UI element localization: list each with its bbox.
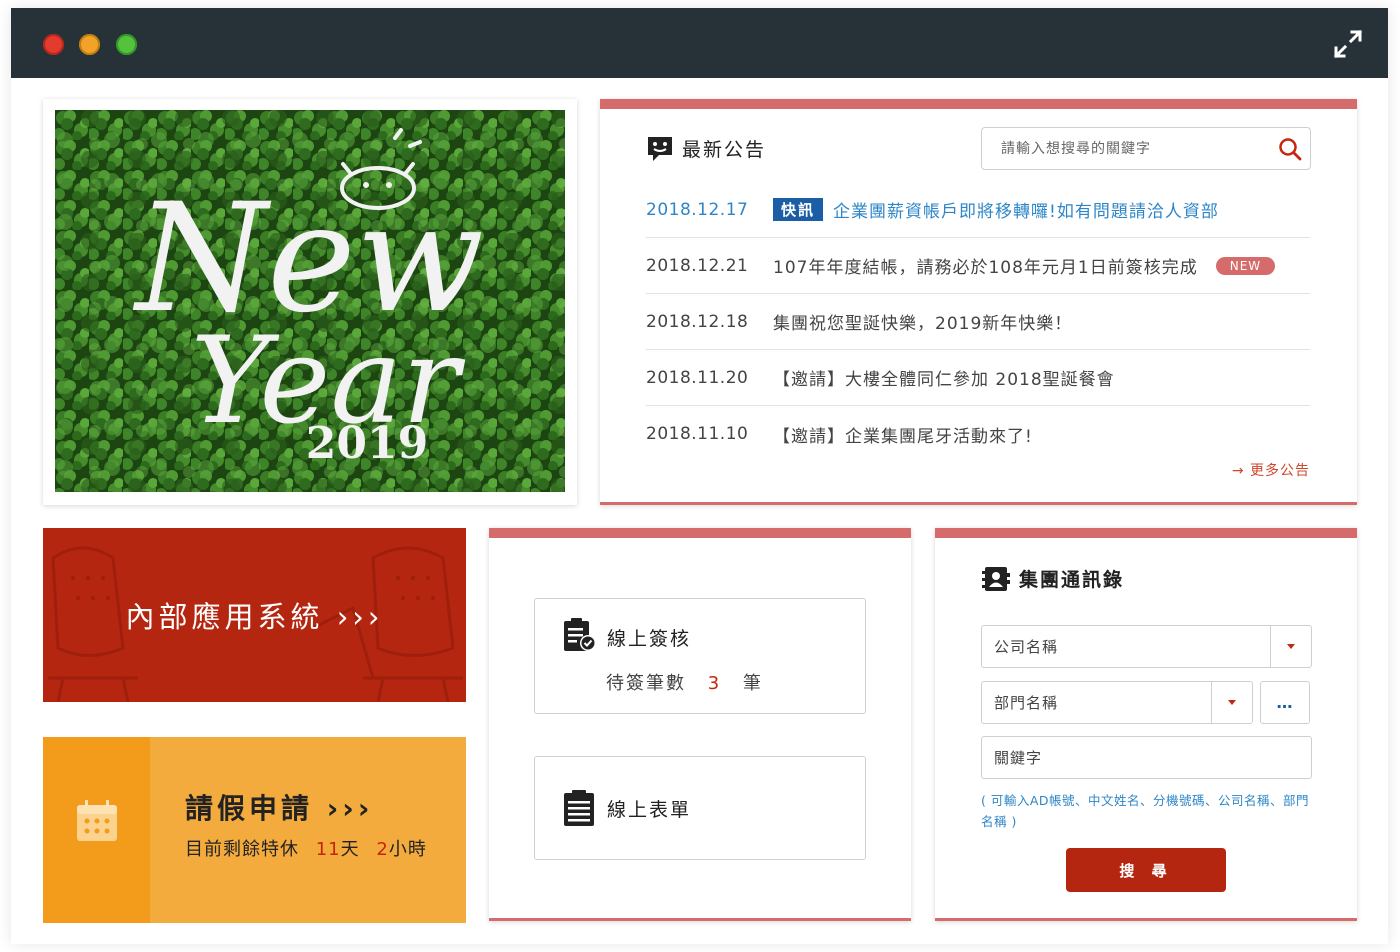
hours-unit: 小時	[388, 839, 427, 860]
pending-count-value: 3	[707, 673, 722, 694]
department-select-value: 部門名稱	[994, 694, 1059, 712]
remaining-days-value: 11	[315, 839, 341, 860]
announcement-list: 2018.12.17 快訊 企業團薪資帳戶即將移轉囉!如有問題請洽人資部 201…	[646, 182, 1310, 462]
card-accent-bar	[935, 528, 1357, 538]
remaining-hours-value: 2	[376, 839, 389, 860]
directory-search-button[interactable]: 搜 尋	[1066, 848, 1226, 892]
remaining-label: 目前剩餘特休	[185, 839, 299, 860]
chevron-down-icon[interactable]	[1211, 682, 1252, 723]
announcement-text[interactable]: 107年年度結帳，請務必於108年元月1日前簽核完成	[773, 253, 1198, 278]
leave-icon-box	[43, 737, 150, 923]
company-select[interactable]: 公司名稱	[981, 625, 1312, 668]
announcement-row[interactable]: 2018.12.17 快訊 企業團薪資帳戶即將移轉囉!如有問題請洽人資部	[646, 182, 1310, 238]
announcement-row[interactable]: 2018.12.21 107年年度結帳，請務必於108年元月1日前簽核完成 NE…	[646, 238, 1310, 294]
announcement-date: 2018.11.20	[646, 367, 749, 388]
group-directory-card: 集團通訊錄 公司名稱 部門名稱 … 關鍵字 ( 可輸入AD帳號、中文姓名、分機號…	[935, 528, 1357, 921]
leave-application-tile[interactable]: 請假申請 ››› 目前剩餘特休 11天 2小時	[43, 737, 466, 923]
more-options-button[interactable]: …	[1260, 681, 1310, 724]
address-book-icon	[982, 566, 1010, 591]
search-hint-text: ( 可輸入AD帳號、中文姓名、分機號碼、公司名稱、部門名稱 )	[981, 793, 1310, 829]
online-signoff-title[interactable]: 線上簽核	[607, 624, 691, 651]
new-year-banner-image: New Year 2019	[55, 110, 565, 492]
directory-title: 集團通訊錄	[1019, 569, 1125, 591]
banner-year: 2019	[306, 418, 428, 469]
announcement-text[interactable]: 集團祝您聖誕快樂，2019新年快樂！	[773, 309, 1072, 334]
announcement-date: 2018.12.21	[646, 255, 749, 276]
forms-list-icon	[564, 790, 594, 826]
chevron-down-icon[interactable]	[1270, 626, 1311, 667]
card-accent-bar	[489, 528, 911, 538]
zoom-window-button[interactable]	[116, 34, 137, 55]
company-select-value: 公司名稱	[994, 638, 1059, 656]
online-forms-box[interactable]: 線上表單	[534, 756, 866, 860]
minimize-window-button[interactable]	[79, 34, 100, 55]
internal-system-tile[interactable]: 內部應用系統 ›››	[43, 528, 466, 702]
announcement-row[interactable]: 2018.11.20 【邀請】大樓全體同仁參加 2018聖誕餐會	[646, 350, 1310, 406]
banner-card: New Year 2019	[43, 99, 577, 505]
workflow-card: 線上簽核 待簽筆數 3 筆 線上表單	[489, 528, 911, 921]
card-accent-bar	[600, 99, 1357, 109]
close-window-button[interactable]	[43, 34, 64, 55]
window-titlebar	[11, 8, 1388, 78]
announcements-card: 最新公告 2018.12.17 快訊 企業團薪資帳戶即將移轉囉!如有問題請洽人資…	[600, 99, 1357, 505]
department-select[interactable]: 部門名稱	[981, 681, 1253, 724]
keyword-input[interactable]: 關鍵字	[981, 736, 1312, 779]
online-forms-title[interactable]: 線上表單	[607, 795, 691, 822]
online-signoff-box[interactable]: 線上簽核 待簽筆數 3 筆	[534, 598, 866, 714]
announcement-row[interactable]: 2018.11.10 【邀請】企業集團尾牙活動來了!	[646, 406, 1310, 462]
days-unit: 天	[340, 839, 360, 860]
announcement-search-input[interactable]	[982, 128, 1262, 169]
announcement-date: 2018.12.17	[646, 199, 749, 220]
internal-system-label[interactable]: 內部應用系統 ›››	[43, 528, 466, 702]
leave-application-title[interactable]: 請假申請 ›››	[185, 787, 373, 827]
clover-background: New Year 2019	[55, 110, 565, 492]
signoff-clipboard-icon	[564, 618, 596, 651]
flash-badge: 快訊	[773, 198, 824, 221]
more-announcements-link[interactable]: → 更多公告	[1232, 460, 1310, 480]
announcement-text[interactable]: 【邀請】大樓全體同仁參加 2018聖誕餐會	[773, 365, 1115, 390]
annual-leave-remaining: 目前剩餘特休 11天 2小時	[185, 835, 427, 861]
announcement-date: 2018.11.10	[646, 424, 749, 444]
announcements-header: 最新公告	[647, 135, 766, 162]
announcement-text[interactable]: 企業團薪資帳戶即將移轉囉!如有問題請洽人資部	[833, 197, 1219, 222]
pending-signoff-count: 待簽筆數 3 筆	[606, 669, 763, 695]
calendar-icon	[77, 800, 117, 841]
new-badge: NEW	[1215, 256, 1276, 275]
announcement-search[interactable]	[981, 127, 1311, 170]
pending-unit: 筆	[742, 673, 763, 694]
announcement-row[interactable]: 2018.12.18 集團祝您聖誕快樂，2019新年快樂！	[646, 294, 1310, 350]
card-bottom-line	[935, 918, 1357, 921]
search-icon[interactable]	[1278, 137, 1302, 161]
expand-arrows-icon[interactable]	[1332, 28, 1364, 60]
announcement-text[interactable]: 【邀請】企業集團尾牙活動來了!	[773, 422, 1033, 447]
announcement-date: 2018.12.18	[646, 311, 749, 332]
pending-label: 待簽筆數	[606, 673, 686, 694]
announcements-title: 最新公告	[682, 139, 767, 161]
announcement-chat-icon	[648, 136, 672, 161]
keyword-placeholder: 關鍵字	[994, 749, 1043, 767]
card-bottom-line	[489, 918, 911, 921]
card-bottom-line	[600, 502, 1357, 505]
directory-header: 集團通訊錄	[982, 565, 1124, 592]
